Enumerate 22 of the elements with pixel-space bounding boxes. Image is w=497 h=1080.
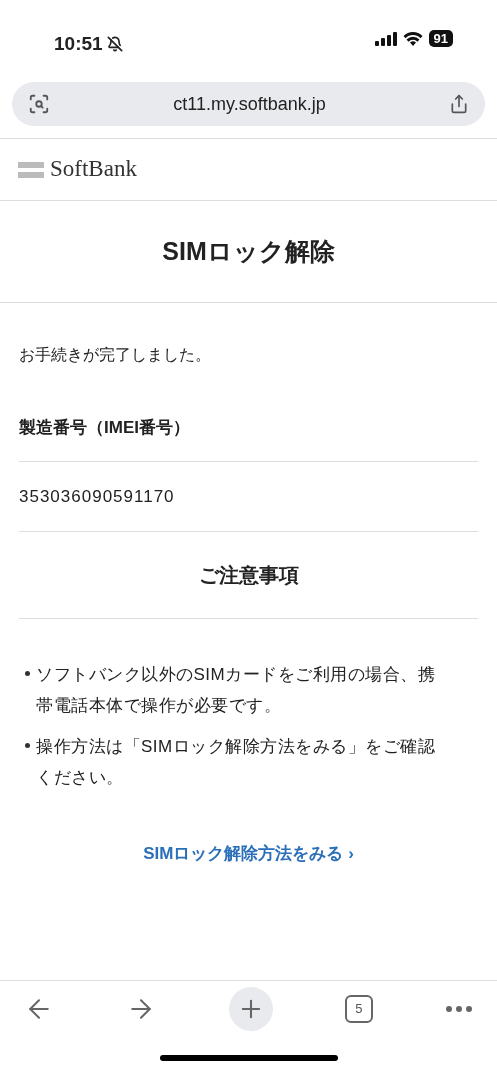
signal-icon	[374, 31, 397, 46]
imei-value: 353036090591170	[19, 461, 478, 532]
address-bar[interactable]: ct11.my.softbank.jp	[12, 82, 485, 126]
notes-heading: ご注意事項	[19, 532, 478, 619]
share-icon[interactable]	[449, 94, 469, 114]
bullet-icon	[25, 743, 30, 748]
completion-message: お手続きが完了しました。	[19, 345, 212, 365]
note-text: ソフトバンク以外のSIMカードをご利用の場合、携帯電話本体で操作が必要です。	[36, 664, 437, 717]
page-title: SIMロック解除	[162, 235, 335, 267]
bell-muted-icon	[106, 36, 123, 53]
lens-icon[interactable]	[28, 93, 50, 115]
tab-count-button[interactable]: 5	[344, 994, 373, 1023]
status-time: 10:51	[54, 32, 103, 56]
more-icon[interactable]	[445, 1004, 473, 1013]
battery-indicator: 91	[428, 30, 453, 47]
bullet-icon	[25, 671, 30, 676]
logo-bars-icon	[18, 160, 44, 179]
field-label: 製造番号（IMEI番号）	[19, 415, 478, 462]
unlock-method-link[interactable]: SIMロック解除方法をみる ›	[143, 841, 354, 867]
softbank-logo[interactable]: SoftBank	[50, 152, 137, 187]
wifi-icon	[402, 31, 423, 46]
note-text: 操作方法は「SIMロック解除方法をみる」をご確認ください。	[36, 736, 437, 789]
